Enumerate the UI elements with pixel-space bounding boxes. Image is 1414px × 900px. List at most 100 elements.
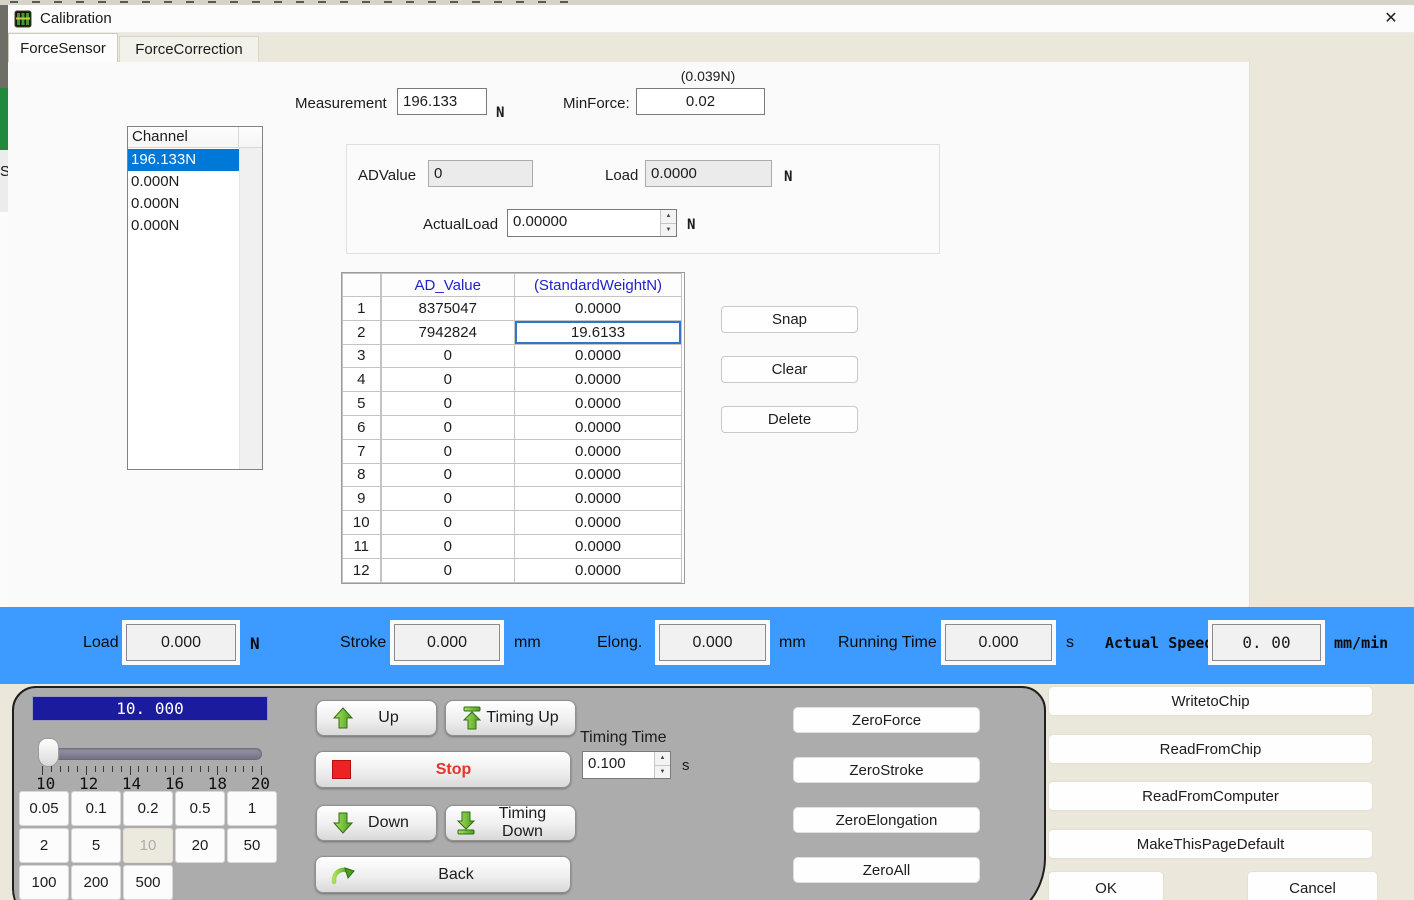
speed-button-50[interactable]: 50 [227, 828, 277, 863]
standard-weight-cell[interactable]: 0.0000 [515, 511, 682, 535]
row-number-cell[interactable]: 8 [343, 463, 381, 487]
read-from-chip-button[interactable]: ReadFromChip [1048, 734, 1373, 764]
up-button[interactable]: Up [316, 700, 437, 736]
cancel-button[interactable]: Cancel [1247, 871, 1378, 900]
table-row: 300.0000 [343, 344, 682, 368]
speed-button-1[interactable]: 1 [227, 791, 277, 826]
stop-button[interactable]: Stop [315, 751, 571, 788]
ad-value-label: ADValue [358, 167, 416, 184]
standard-weight-cell[interactable]: 0.0000 [515, 344, 682, 368]
ad-value-cell[interactable]: 0 [381, 534, 515, 558]
timing-down-button[interactable]: Timing Down [445, 805, 576, 841]
spin-down-icon[interactable]: ▼ [661, 224, 676, 237]
zero-force-button[interactable]: ZeroForce [793, 707, 980, 733]
status-actual-speed-field: 0. 00 [1212, 624, 1321, 661]
write-to-chip-button[interactable]: WritetoChip [1048, 686, 1373, 716]
standard-weight-cell[interactable]: 0.0000 [515, 463, 682, 487]
down-button[interactable]: Down [316, 805, 437, 841]
standard-weight-cell[interactable]: 0.0000 [515, 392, 682, 416]
ad-value-cell[interactable]: 0 [381, 344, 515, 368]
row-number-cell[interactable]: 2 [343, 320, 381, 344]
channel-item[interactable]: 0.000N [128, 171, 239, 193]
ad-value-column-header[interactable]: AD_Value [381, 274, 515, 297]
standard-weight-column-header[interactable]: (StandardWeightN) [515, 274, 682, 297]
tab-force-sensor[interactable]: ForceSensor [8, 33, 118, 62]
channel-item[interactable]: 196.133N [128, 149, 239, 171]
ad-value-cell[interactable]: 0 [381, 463, 515, 487]
speed-button-0.2[interactable]: 0.2 [123, 791, 173, 826]
speed-button-20[interactable]: 20 [175, 828, 225, 863]
standard-weight-cell[interactable]: 0.0000 [515, 439, 682, 463]
measurement-input[interactable]: 196.133 [397, 88, 487, 115]
speed-button-100[interactable]: 100 [19, 865, 69, 900]
zero-all-button[interactable]: ZeroAll [793, 857, 980, 883]
standard-weight-cell[interactable]: 0.0000 [515, 368, 682, 392]
ad-value-cell[interactable]: 7942824 [381, 320, 515, 344]
timing-up-button[interactable]: Timing Up [445, 700, 576, 736]
speed-button-5[interactable]: 5 [71, 828, 121, 863]
row-number-cell[interactable]: 6 [343, 415, 381, 439]
channel-column-header[interactable]: Channel [128, 127, 262, 148]
slider-tick [103, 766, 104, 772]
row-number-cell[interactable]: 3 [343, 344, 381, 368]
ad-value-cell[interactable]: 0 [381, 439, 515, 463]
zero-stroke-button[interactable]: ZeroStroke [793, 757, 980, 783]
speed-button-2[interactable]: 2 [19, 828, 69, 863]
speed-slider-track[interactable] [40, 748, 262, 760]
row-number-cell[interactable]: 9 [343, 487, 381, 511]
ad-value-cell[interactable]: 0 [381, 392, 515, 416]
ad-value-cell[interactable]: 0 [381, 415, 515, 439]
channel-item[interactable]: 0.000N [128, 215, 239, 237]
speed-button-200[interactable]: 200 [71, 865, 121, 900]
calibration-dialog: S Calibration ✕ ForceSensor ForceCorrect… [0, 0, 1414, 900]
spinner-buttons: ▲ ▼ [654, 752, 670, 778]
standard-weight-cell[interactable]: 0.0000 [515, 487, 682, 511]
clear-button[interactable]: Clear [721, 356, 858, 383]
snap-button[interactable]: Snap [721, 306, 858, 333]
standard-weight-cell[interactable]: 0.0000 [515, 297, 682, 321]
delete-button[interactable]: Delete [721, 406, 858, 433]
row-number-cell[interactable]: 5 [343, 392, 381, 416]
spin-up-icon[interactable]: ▲ [655, 752, 670, 766]
read-from-computer-button[interactable]: ReadFromComputer [1048, 781, 1373, 811]
min-force-input[interactable]: 0.02 [636, 88, 765, 115]
speed-button-0.5[interactable]: 0.5 [175, 791, 225, 826]
standard-weight-cell[interactable]: 0.0000 [515, 558, 682, 582]
ad-value-cell[interactable]: 0 [381, 511, 515, 535]
row-number-cell[interactable]: 10 [343, 511, 381, 535]
speed-button-500[interactable]: 500 [123, 865, 173, 900]
status-elong-unit: mm [779, 634, 806, 652]
back-button[interactable]: Back [315, 856, 571, 893]
tab-force-correction[interactable]: ForceCorrection [119, 36, 259, 62]
speed-button-0.1[interactable]: 0.1 [71, 791, 121, 826]
status-running-time-label: Running Time [838, 634, 937, 652]
channel-item[interactable]: 0.000N [128, 193, 239, 215]
ad-value-cell[interactable]: 8375047 [381, 297, 515, 321]
row-number-cell[interactable]: 11 [343, 534, 381, 558]
row-number-cell[interactable]: 4 [343, 368, 381, 392]
background-window-edge-left: S [0, 5, 8, 607]
status-running-time-unit: s [1066, 634, 1074, 652]
timing-time-spinner[interactable]: 0.100 ▲ ▼ [582, 751, 671, 779]
table-row: 900.0000 [343, 487, 682, 511]
ad-value-cell[interactable]: 0 [381, 368, 515, 392]
standard-weight-cell[interactable]: 0.0000 [515, 415, 682, 439]
zero-elongation-button[interactable]: ZeroElongation [793, 807, 980, 833]
ad-value-cell[interactable]: 0 [381, 487, 515, 511]
row-number-cell[interactable]: 7 [343, 439, 381, 463]
timing-down-button-label: Timing Down [478, 805, 567, 841]
standard-weight-cell[interactable]: 19.6133 [515, 320, 682, 344]
close-icon[interactable]: ✕ [1378, 7, 1404, 31]
spin-up-icon[interactable]: ▲ [661, 210, 676, 224]
ad-value-cell[interactable]: 0 [381, 558, 515, 582]
standard-weight-cell[interactable]: 0.0000 [515, 534, 682, 558]
actual-load-spinner[interactable]: 0.00000 ▲ ▼ [507, 209, 677, 237]
corner-header-cell [343, 274, 381, 297]
make-default-button[interactable]: MakeThisPageDefault [1048, 829, 1373, 859]
ok-button[interactable]: OK [1048, 871, 1164, 900]
spin-down-icon[interactable]: ▼ [655, 766, 670, 779]
row-number-cell[interactable]: 1 [343, 297, 381, 321]
row-number-cell[interactable]: 12 [343, 558, 381, 582]
speed-button-0.05[interactable]: 0.05 [19, 791, 69, 826]
speed-slider-thumb[interactable] [38, 738, 59, 767]
